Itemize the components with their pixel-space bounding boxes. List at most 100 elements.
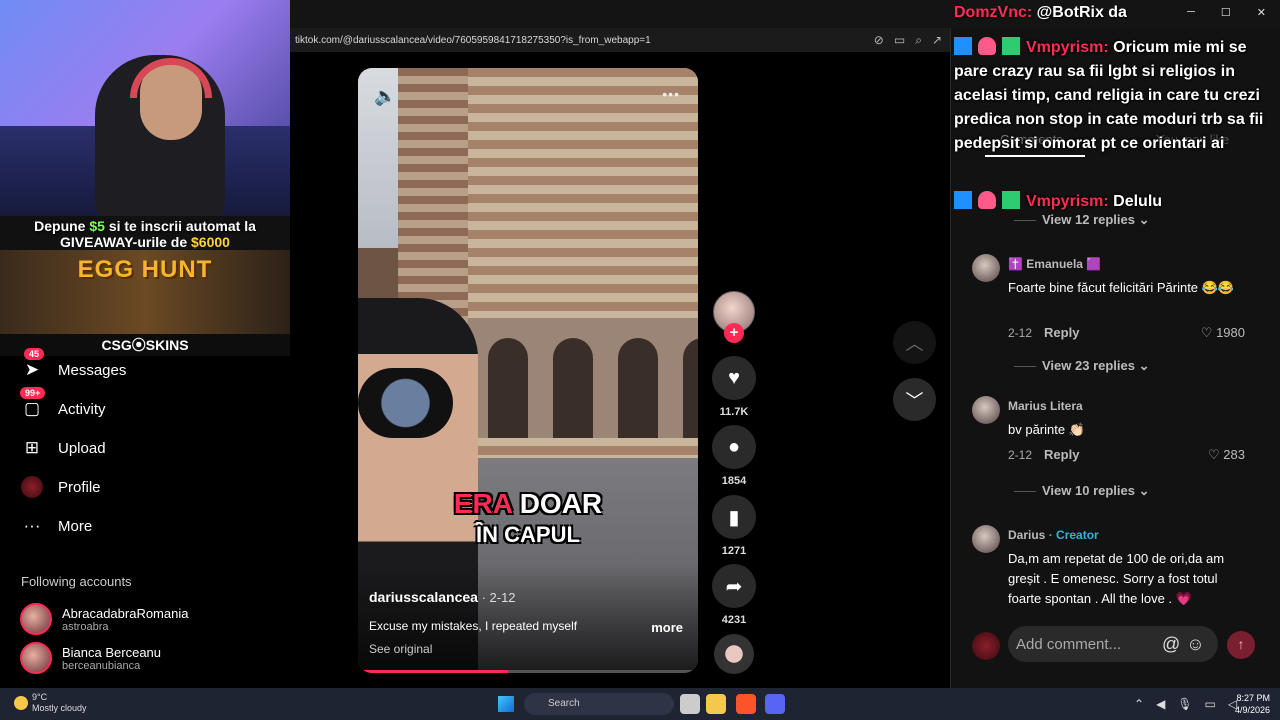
previous-video-button[interactable]: ︿ bbox=[893, 321, 936, 364]
save-button[interactable]: ▮ bbox=[712, 495, 756, 539]
minimize-icon[interactable]: ─ bbox=[1187, 6, 1195, 19]
video-description: Excuse my mistakes, I repeated myself bbox=[369, 619, 578, 633]
like-button[interactable]: ♥ bbox=[712, 356, 756, 400]
video-arch bbox=[488, 338, 528, 438]
taskbar: 9°C Mostly cloudy Search ⌃ ◀ 🎙 ▭ ◁ 8:27 … bbox=[0, 688, 1280, 720]
screen: ─ ☐ ✕ tiktok.com/@dariusscalancea/video/… bbox=[0, 0, 1280, 720]
video-progress-bar[interactable] bbox=[358, 670, 698, 673]
view-replies-button[interactable]: View 12 replies ⌄ bbox=[1014, 212, 1150, 228]
comment-button[interactable]: ● bbox=[712, 425, 756, 469]
activity-badge: 99+ bbox=[20, 387, 46, 399]
share-icon[interactable]: ↗ bbox=[932, 33, 942, 48]
avatar-icon bbox=[20, 475, 44, 499]
avatar[interactable] bbox=[972, 396, 1000, 424]
heart-icon: ♥ bbox=[728, 366, 740, 389]
chevron-down-icon: ﹀ bbox=[905, 390, 924, 411]
mod-badge-icon bbox=[954, 191, 972, 209]
more-button[interactable]: more bbox=[651, 620, 683, 635]
comment-text: bv părinte 👏🏻 bbox=[1008, 422, 1085, 437]
sub-badge-icon bbox=[978, 191, 996, 209]
account-name: AbracadabraRomania bbox=[62, 605, 189, 621]
mod-badge-icon bbox=[954, 37, 972, 55]
system-tray: ⌃ ◀ 🎙 ▭ ◁ bbox=[1134, 697, 1237, 711]
network-icon[interactable]: ▭ bbox=[1205, 697, 1216, 711]
add-comment-box[interactable]: @ ☺ bbox=[1008, 626, 1218, 662]
close-icon[interactable]: ✕ bbox=[1257, 6, 1266, 19]
taskbar-search[interactable]: Search bbox=[524, 693, 674, 715]
clock-time: 8:27 PM bbox=[1236, 693, 1270, 703]
speaker-icon[interactable]: ◀ bbox=[1156, 697, 1165, 711]
plus-square-icon: ⊞ bbox=[24, 438, 40, 457]
view-replies-button[interactable]: View 10 replies ⌄ bbox=[1014, 483, 1150, 499]
reader-icon[interactable]: ▭ bbox=[894, 33, 905, 48]
avatar bbox=[20, 603, 52, 635]
zoom-icon[interactable]: ⌕ bbox=[915, 33, 922, 48]
see-original-link[interactable]: See original bbox=[369, 642, 432, 656]
brave-browser-icon[interactable] bbox=[736, 694, 756, 714]
next-video-button[interactable]: ﹀ bbox=[893, 378, 936, 421]
comment-like-button[interactable]: ♡ 1980 bbox=[1201, 325, 1245, 341]
clock-date: 4/9/2026 bbox=[1234, 705, 1270, 715]
emoji-icon[interactable]: ☺ bbox=[1186, 634, 1204, 655]
comment-meta: 2-12 Reply bbox=[1008, 325, 1080, 340]
task-view-icon[interactable] bbox=[680, 694, 700, 714]
share-button[interactable]: ➦ bbox=[712, 564, 756, 608]
share-count: 4231 bbox=[721, 614, 747, 626]
avatar[interactable] bbox=[972, 254, 1000, 282]
reply-button[interactable]: Reply bbox=[1044, 447, 1079, 462]
url-text[interactable]: tiktok.com/@dariusscalancea/video/760595… bbox=[295, 35, 651, 46]
gift-badge-icon bbox=[1002, 191, 1020, 209]
nav-upload-label: Upload bbox=[58, 439, 106, 457]
nav-profile[interactable]: Profile bbox=[20, 475, 101, 499]
weather-icon bbox=[14, 696, 28, 710]
weather-desc: Mostly cloudy bbox=[32, 703, 87, 713]
chevron-up-icon: ︿ bbox=[905, 333, 924, 354]
music-disc-icon[interactable] bbox=[714, 634, 754, 674]
chevron-up-icon[interactable]: ⌃ bbox=[1134, 697, 1144, 711]
add-comment-input[interactable] bbox=[1016, 635, 1156, 653]
comment-text: Foarte bine făcut felicitări Părinte 😂😂 bbox=[1008, 280, 1235, 295]
like-count: 11.7K bbox=[719, 406, 749, 418]
comment-author[interactable]: Darius · Creator bbox=[1008, 528, 1099, 542]
comment-icon: ● bbox=[727, 435, 741, 458]
maximize-icon[interactable]: ☐ bbox=[1221, 6, 1231, 19]
follow-plus-icon[interactable]: + bbox=[724, 323, 744, 343]
reply-button[interactable]: Reply bbox=[1044, 325, 1079, 340]
comment-author[interactable]: ✝️ Emanuela 🟪 bbox=[1008, 257, 1101, 271]
following-account[interactable]: AbracadabraRomania astroabra bbox=[20, 603, 188, 635]
nav-messages[interactable]: ➤ 45 Messages bbox=[20, 348, 126, 382]
following-account[interactable]: Bianca Berceanu berceanubianca bbox=[20, 642, 161, 674]
avatar[interactable] bbox=[972, 525, 1000, 553]
nav-upload[interactable]: ⊞ Upload bbox=[20, 436, 106, 460]
comment-author[interactable]: Marius Litera bbox=[1008, 399, 1083, 413]
video-menu-icon[interactable]: ••• bbox=[662, 86, 680, 102]
weather-widget[interactable]: 9°C Mostly cloudy bbox=[14, 692, 87, 714]
nav-more[interactable]: ··· More bbox=[20, 514, 93, 538]
address-bar[interactable]: tiktok.com/@dariusscalancea/video/760595… bbox=[290, 28, 950, 52]
nav-activity[interactable]: ▢ 99+ Activity bbox=[20, 387, 106, 421]
view-replies-button[interactable]: View 23 replies ⌄ bbox=[1014, 358, 1150, 374]
video-player[interactable]: 🔈 ••• ERA DOAR ÎN CAPUL dariusscalancea … bbox=[358, 68, 698, 673]
promo-line-1: Depune $5 si te inscrii automat la bbox=[34, 218, 256, 234]
mic-icon[interactable]: 🎙 bbox=[1177, 697, 1192, 711]
promo-banner: Depune $5 si te inscrii automat la GIVEA… bbox=[0, 216, 290, 356]
promo-line-2: GIVEAWAY-urile de $6000 bbox=[60, 234, 230, 250]
comment-like-button[interactable]: ♡ 283 bbox=[1208, 447, 1245, 463]
video-arches bbox=[468, 318, 698, 438]
messages-badge: 45 bbox=[24, 348, 45, 360]
send-comment-button[interactable]: ↑ bbox=[1227, 631, 1255, 659]
clock[interactable]: 8:27 PM 4/9/2026 bbox=[1228, 692, 1270, 716]
video-author[interactable]: dariusscalancea · 2-12 bbox=[369, 589, 516, 605]
tracking-off-icon[interactable]: ⊘ bbox=[874, 33, 884, 48]
volume-icon[interactable]: 🔈 bbox=[374, 86, 396, 107]
video-shade bbox=[358, 563, 698, 673]
account-handle: astroabra bbox=[62, 620, 109, 633]
mention-icon[interactable]: @ bbox=[1162, 634, 1180, 655]
stream-chat-line: Vmpyrism: Oricum mie mi se pare crazy ra… bbox=[954, 37, 1264, 152]
start-button[interactable] bbox=[498, 696, 514, 712]
video-progress-fill bbox=[358, 670, 508, 673]
discord-icon[interactable] bbox=[765, 694, 785, 714]
file-explorer-icon[interactable] bbox=[706, 694, 726, 714]
inbox-icon: ▢ 99+ bbox=[20, 387, 46, 421]
paper-plane-icon: ➤ 45 bbox=[20, 348, 45, 382]
